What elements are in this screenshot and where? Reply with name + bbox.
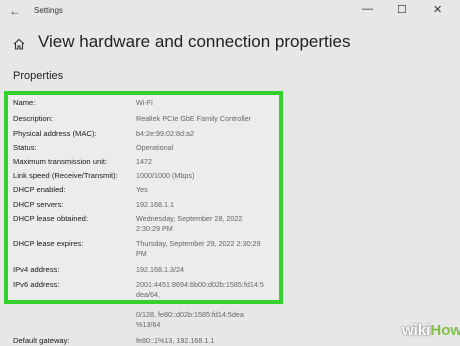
property-value: 2:30:29 PM: [136, 224, 173, 233]
property-value: %13/64: [136, 320, 161, 329]
maximize-icon[interactable]: ☐: [397, 3, 407, 16]
property-value: b4:2e:99:02:8d:a2: [136, 129, 194, 138]
title-bar: ← Settings — ☐ ✕: [0, 0, 460, 24]
property-label: DHCP lease expires:: [13, 239, 84, 248]
app-title: Settings: [34, 6, 63, 15]
property-label: DHCP servers:: [13, 200, 64, 209]
property-label: IPv6 address:: [13, 280, 60, 289]
page-title: View hardware and connection properties: [38, 32, 351, 51]
home-icon[interactable]: [13, 37, 25, 55]
property-label: Physical address (MAC):: [13, 129, 97, 138]
wikihow-watermark: wikiHow: [402, 322, 460, 339]
property-value: Realtek PCIe GbE Family Controller: [136, 114, 252, 123]
property-label: Maximum transmission unit:: [13, 157, 108, 166]
close-icon[interactable]: ✕: [433, 3, 442, 16]
property-label: Name:: [13, 98, 36, 107]
back-arrow-icon[interactable]: ←: [9, 4, 21, 18]
property-value: 192.168.1.3/24: [136, 265, 184, 274]
property-value: Operational: [136, 143, 174, 152]
property-value: 1472: [136, 157, 152, 166]
property-label: Default gateway:: [13, 336, 70, 345]
property-label: IPv4 address:: [13, 265, 60, 274]
property-value: 192.168.1.1: [136, 200, 174, 209]
property-value: Yes: [136, 185, 148, 194]
property-label: Link speed (Receive/Transmit):: [13, 171, 118, 180]
property-value: Thursday, September 29, 2022 2:30:29: [136, 239, 261, 248]
property-label: Status:: [13, 143, 37, 152]
section-title: Properties: [13, 70, 64, 82]
property-value: Wi-Fi: [136, 98, 153, 107]
property-value: fe80::1%13, 192.168.1.1: [136, 336, 215, 345]
property-label: DHCP lease obtained:: [13, 214, 88, 223]
property-value: PM: [136, 249, 147, 258]
property-value: 1000/1000 (Mbps): [136, 171, 195, 180]
minimize-icon[interactable]: —: [362, 3, 373, 15]
property-value: dea/64,: [136, 290, 160, 299]
property-label: Description:: [13, 114, 54, 123]
property-label: DHCP enabled:: [13, 185, 66, 194]
